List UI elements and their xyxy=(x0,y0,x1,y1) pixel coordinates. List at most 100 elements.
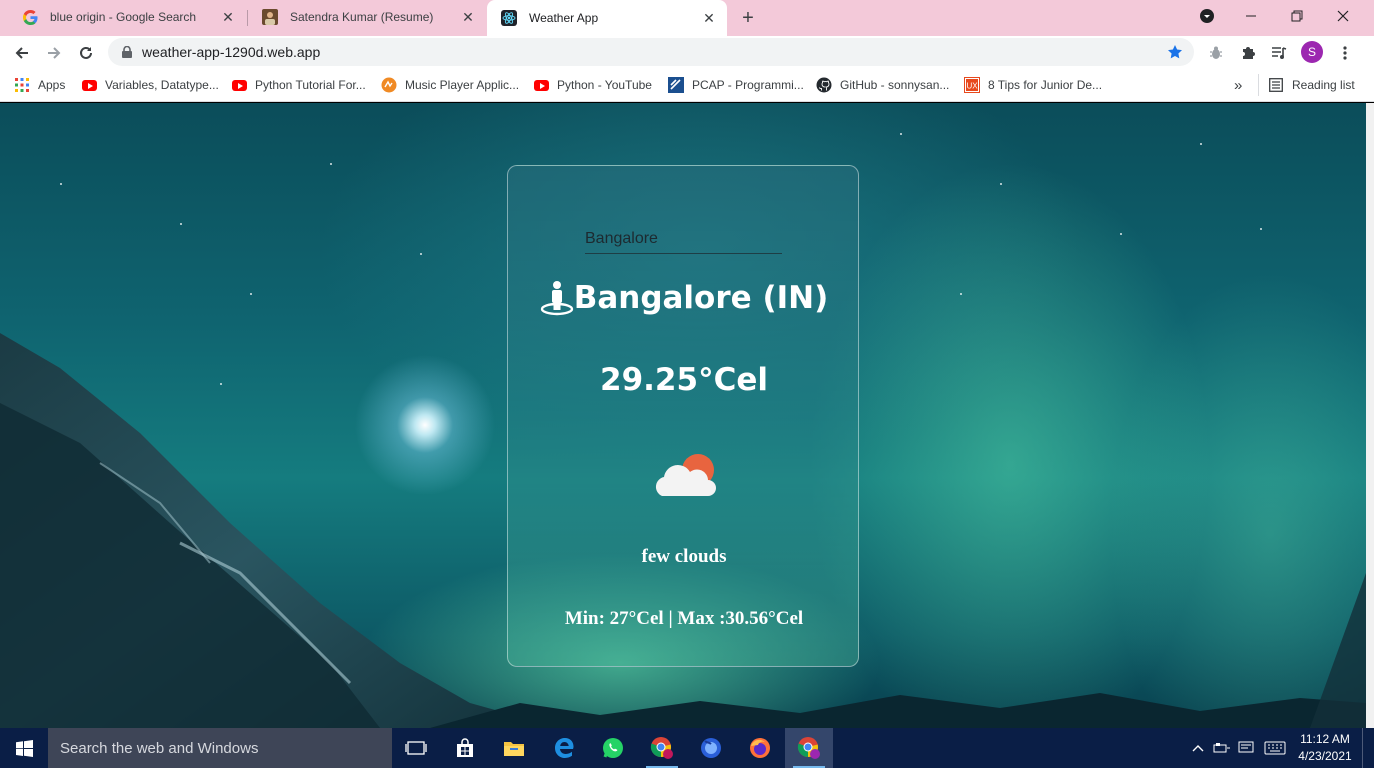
close-tab-icon[interactable]: ✕ xyxy=(220,9,236,25)
extensions-puzzle-icon[interactable] xyxy=(1236,41,1260,65)
bookmarks-overflow-button[interactable]: » xyxy=(1234,75,1242,95)
power-icon[interactable] xyxy=(1212,728,1232,768)
bookmark-label: 8 Tips for Junior De... xyxy=(988,78,1103,92)
bookmark-label: GitHub - sonnysan... xyxy=(840,78,950,92)
taskbar-search-box[interactable]: Search the web and Windows xyxy=(48,728,392,768)
keyboard-icon[interactable] xyxy=(1262,728,1288,768)
close-icon xyxy=(1337,10,1349,22)
taskbar-store[interactable] xyxy=(441,728,489,768)
close-tab-icon[interactable]: ✕ xyxy=(701,10,717,26)
tab-search-button[interactable] xyxy=(1184,0,1230,32)
forward-button[interactable] xyxy=(40,39,68,67)
tab-weather-app[interactable]: Weather App ✕ xyxy=(487,0,727,36)
taskbar-chrome-profile[interactable] xyxy=(638,728,686,768)
chrome-icon xyxy=(797,737,820,759)
min-max-temperature: Min: 27°Cel | Max :30.56°Cel xyxy=(564,608,804,629)
clock-date: 4/23/2021 xyxy=(1298,749,1352,763)
close-window-button[interactable] xyxy=(1320,0,1366,32)
browser-tab-strip: blue origin - Google Search ✕ Satendra K… xyxy=(0,0,1374,36)
new-tab-button[interactable]: + xyxy=(736,6,760,30)
chrome-icon xyxy=(650,737,673,759)
bookmarks-divider xyxy=(1258,74,1259,96)
bookmark-label: Music Player Applic... xyxy=(405,78,520,92)
tab-title: Weather App xyxy=(529,11,599,25)
weather-card: Bangalore (IN) 29.25°Cel few clouds Min:… xyxy=(507,165,859,667)
restore-button[interactable] xyxy=(1274,0,1320,32)
reading-list-icon xyxy=(1268,77,1284,93)
star xyxy=(960,293,962,295)
windows-taskbar: Search the web and Windows 11:12 AM 4/23… xyxy=(0,728,1374,768)
firefox-developer-icon xyxy=(701,738,721,758)
chevron-down-icon xyxy=(1200,9,1214,23)
extension-bug-icon[interactable] xyxy=(1204,41,1228,65)
bookmark-label: PCAP - Programmi... xyxy=(692,78,804,92)
city-search-input[interactable] xyxy=(585,224,782,254)
taskbar-firefox[interactable] xyxy=(736,728,784,768)
person-location-icon xyxy=(540,281,573,316)
bookmark-item[interactable]: GitHub - sonnysan... xyxy=(816,75,949,95)
star xyxy=(330,163,332,165)
show-hidden-icons-button[interactable] xyxy=(1188,728,1208,768)
windows-logo-icon xyxy=(15,739,33,757)
taskbar-edge[interactable] xyxy=(540,728,588,768)
star xyxy=(900,133,902,135)
start-button[interactable] xyxy=(0,728,48,768)
bookmark-apps[interactable]: Apps xyxy=(14,75,65,95)
bookmarks-bar: Apps Variables, Datatype... Python Tutor… xyxy=(0,69,1374,102)
tab-resume[interactable]: Satendra Kumar (Resume) ✕ xyxy=(248,0,486,34)
clock-time: 11:12 AM xyxy=(1300,732,1350,746)
profile-avatar[interactable]: S xyxy=(1301,41,1323,63)
tab-google-search[interactable]: blue origin - Google Search ✕ xyxy=(8,0,246,34)
star xyxy=(1200,143,1202,145)
browser-toolbar: weather-app-1290d.web.app S xyxy=(0,36,1374,69)
taskbar-firefox-dev[interactable] xyxy=(687,728,735,768)
more-menu-icon[interactable] xyxy=(1333,41,1357,65)
star xyxy=(1000,183,1002,185)
bookmark-item[interactable]: Python - YouTube xyxy=(533,75,652,95)
chevron-up-icon xyxy=(1192,745,1204,752)
bookmark-item[interactable]: Python Tutorial For... xyxy=(231,75,366,95)
apps-grid-icon xyxy=(14,77,30,93)
task-view-icon xyxy=(405,741,427,755)
tab-title: Satendra Kumar (Resume) xyxy=(290,10,434,24)
bookmark-item[interactable]: PCAP - Programmi... xyxy=(668,75,804,95)
arrow-right-icon xyxy=(48,47,61,59)
whatsapp-icon xyxy=(603,738,623,758)
page-scrollbar[interactable] xyxy=(1366,103,1374,728)
taskbar-search-placeholder: Search the web and Windows xyxy=(60,739,259,757)
taskbar-whatsapp[interactable] xyxy=(589,728,637,768)
address-bar[interactable]: weather-app-1290d.web.app xyxy=(108,38,1194,66)
youtube-icon xyxy=(533,77,549,93)
arrow-left-icon xyxy=(15,47,28,59)
media-playlist-icon[interactable] xyxy=(1267,41,1291,65)
system-clock[interactable]: 11:12 AM 4/23/2021 xyxy=(1290,731,1360,765)
url-text[interactable]: weather-app-1290d.web.app xyxy=(142,44,1166,60)
close-tab-icon[interactable]: ✕ xyxy=(460,9,476,25)
star xyxy=(60,183,62,185)
star xyxy=(250,293,252,295)
bookmark-item[interactable]: Music Player Applic... xyxy=(381,75,519,95)
bookmark-star-icon[interactable] xyxy=(1166,43,1184,61)
restore-icon xyxy=(1291,10,1303,22)
taskbar-file-explorer[interactable] xyxy=(490,728,538,768)
show-desktop-button[interactable] xyxy=(1362,728,1374,768)
minimize-button[interactable] xyxy=(1228,0,1274,32)
bookmark-item[interactable]: Variables, Datatype... xyxy=(81,75,219,95)
star xyxy=(1120,233,1122,235)
profile-photo-icon xyxy=(262,9,278,25)
notification-icon[interactable] xyxy=(1236,728,1256,768)
few-clouds-icon xyxy=(655,454,716,496)
react-icon xyxy=(501,10,517,26)
task-view-button[interactable] xyxy=(392,728,440,768)
bookmark-item[interactable]: UX 8 Tips for Junior De... xyxy=(964,75,1102,95)
reading-list-button[interactable]: Reading list xyxy=(1268,75,1355,95)
taskbar-chrome[interactable] xyxy=(785,728,833,768)
svg-text:UX: UX xyxy=(966,82,978,91)
edge-icon xyxy=(555,738,574,758)
back-button[interactable] xyxy=(8,39,36,67)
star xyxy=(180,223,182,225)
lock-icon[interactable] xyxy=(120,45,134,59)
youtube-icon xyxy=(231,77,247,93)
reload-button[interactable] xyxy=(72,39,100,67)
google-icon xyxy=(22,9,38,25)
